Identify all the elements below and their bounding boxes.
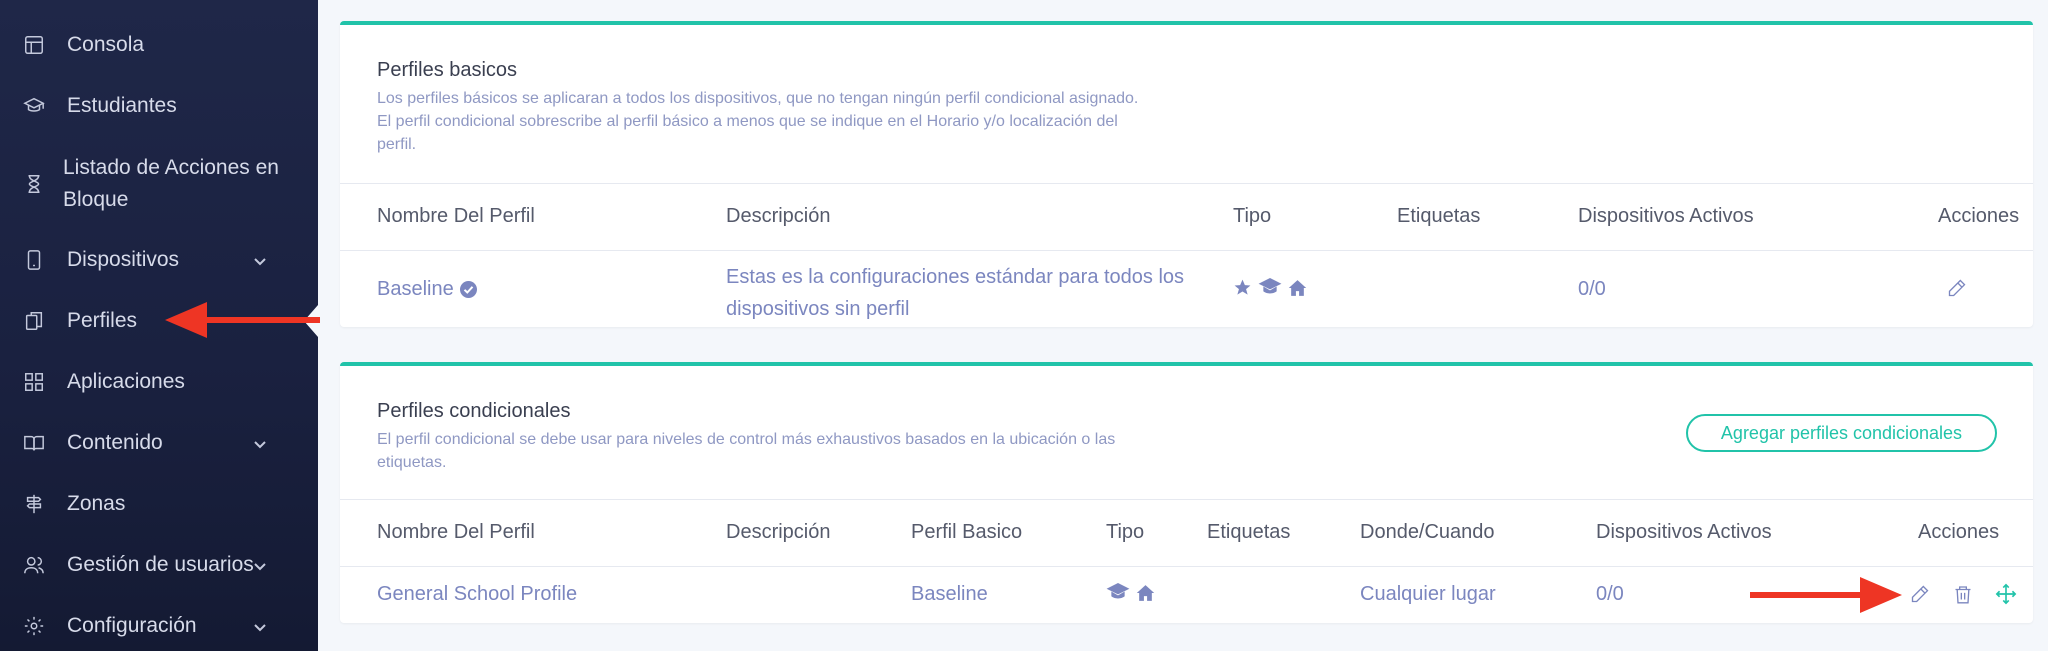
tablet-icon <box>22 248 46 272</box>
graduation-cap-icon <box>1106 583 1130 607</box>
gear-icon <box>22 614 46 638</box>
sidebar-item-label: Dispositivos <box>67 248 180 271</box>
column-header-type[interactable]: Tipo <box>1106 521 1144 544</box>
divider <box>340 499 2033 500</box>
card-description-line: Los perfiles básicos se aplicaran a todo… <box>377 90 1139 107</box>
signpost-icon <box>22 492 46 516</box>
annotation-arrow-perfiles <box>165 302 320 338</box>
sidebar-item-aplicaciones[interactable]: Aplicaciones <box>0 366 318 398</box>
sidebar-item-label: Contenido <box>67 431 163 454</box>
column-header-actions: Acciones <box>1938 205 2020 227</box>
sidebar-item-configuracion[interactable]: Configuración <box>0 610 318 642</box>
sidebar-item-label: Listado de Acciones en Bloque <box>63 156 279 211</box>
type-icons <box>1233 278 1307 302</box>
divider <box>340 566 2033 567</box>
column-header-name[interactable]: Nombre Del Perfil <box>377 205 535 228</box>
card-description-line: etiquetas. <box>377 454 447 471</box>
column-header-tags[interactable]: Etiquetas <box>1207 521 1290 544</box>
sidebar-item-contenido[interactable]: Contenido <box>0 427 318 459</box>
star-icon <box>1233 278 1252 302</box>
sidebar-item-label: Estudiantes <box>67 94 177 117</box>
sidebar-item-label: Zonas <box>67 492 126 515</box>
home-icon <box>1288 279 1307 302</box>
column-header-tags[interactable]: Etiquetas <box>1397 205 1480 228</box>
sidebar-item-consola[interactable]: Consola <box>0 29 318 61</box>
column-header-description[interactable]: Descripción <box>726 521 830 544</box>
chevron-down-icon[interactable] <box>252 251 270 269</box>
grid-icon <box>22 370 46 394</box>
sidebar-item-label: Consola <box>67 33 145 56</box>
trash-icon[interactable] <box>1953 584 1973 610</box>
sidebar-item-label: Aplicaciones <box>67 370 185 393</box>
sidebar-item-label: Perfiles <box>67 309 138 332</box>
hourglass-icon <box>22 172 46 196</box>
column-header-active-devices[interactable]: Dispositivos Activos <box>1578 205 1754 228</box>
card-description-line: El perfil condicional sobrescribe al per… <box>377 113 1118 130</box>
profile-description-line: dispositivos sin perfil <box>726 298 910 320</box>
sidebar-item-zonas[interactable]: Zonas <box>0 488 318 520</box>
card-description-line: perfil. <box>377 136 417 153</box>
where-when-value: Cualquier lugar <box>1360 583 1496 605</box>
basic-profile-value: Baseline <box>911 583 988 605</box>
sidebar-item-estudiantes[interactable]: Estudiantes <box>0 90 318 122</box>
column-header-active-devices[interactable]: Dispositivos Activos <box>1596 521 1772 544</box>
documents-icon <box>22 309 46 333</box>
divider <box>340 250 2033 251</box>
add-conditional-profile-button[interactable]: Agregar perfiles condicionales <box>1686 414 1997 452</box>
card-title: Perfiles basicos <box>377 59 518 81</box>
profile-name-cell[interactable]: Baseline <box>377 278 477 301</box>
column-header-basic-profile[interactable]: Perfil Basico <box>911 521 1022 544</box>
profile-name-link[interactable]: Baseline <box>377 278 454 301</box>
column-header-actions: Acciones <box>1918 521 2000 543</box>
column-header-where-when[interactable]: Donde/Cuando <box>1360 521 1495 544</box>
basic-profiles-card: Perfiles basicos Los perfiles básicos se… <box>340 21 2033 327</box>
chevron-down-icon[interactable] <box>252 434 270 452</box>
users-icon <box>22 553 46 577</box>
divider <box>340 183 2033 184</box>
sidebar-item-label: Gestión de usuarios <box>67 553 254 576</box>
book-icon <box>22 431 46 455</box>
column-header-name[interactable]: Nombre Del Perfil <box>377 521 535 544</box>
card-title: Perfiles condicionales <box>377 400 571 422</box>
chevron-down-icon[interactable] <box>252 556 270 574</box>
sidebar-item-dispositivos[interactable]: Dispositivos <box>0 244 318 276</box>
profile-description-line: Estas es la configuraciones estándar par… <box>726 266 1185 288</box>
edit-icon[interactable] <box>1947 278 1967 303</box>
edit-icon[interactable] <box>1910 584 1930 609</box>
sidebar-item-gestion-usuarios[interactable]: Gestión de usuarios <box>0 549 318 581</box>
move-icon[interactable] <box>1995 583 2017 610</box>
chevron-down-icon[interactable] <box>252 617 270 635</box>
profile-name-link[interactable]: General School Profile <box>377 583 577 606</box>
home-icon <box>1136 584 1155 607</box>
graduation-cap-icon <box>1258 278 1282 302</box>
sidebar-item-label: Configuración <box>67 614 197 637</box>
card-description-line: El perfil condicional se debe usar para … <box>377 431 1116 448</box>
annotation-arrow-edit <box>1750 577 1902 613</box>
verified-check-icon <box>459 281 477 298</box>
type-icons <box>1106 583 1155 607</box>
graduation-cap-icon <box>22 94 46 118</box>
sidebar-item-acciones-bloque[interactable]: Listado de Acciones en Bloque <box>0 152 318 216</box>
active-devices-value: 0/0 <box>1578 278 1606 300</box>
column-header-type[interactable]: Tipo <box>1233 205 1271 228</box>
active-devices-value: 0/0 <box>1596 583 1624 605</box>
layout-icon <box>22 33 46 57</box>
column-header-description[interactable]: Descripción <box>726 205 830 228</box>
